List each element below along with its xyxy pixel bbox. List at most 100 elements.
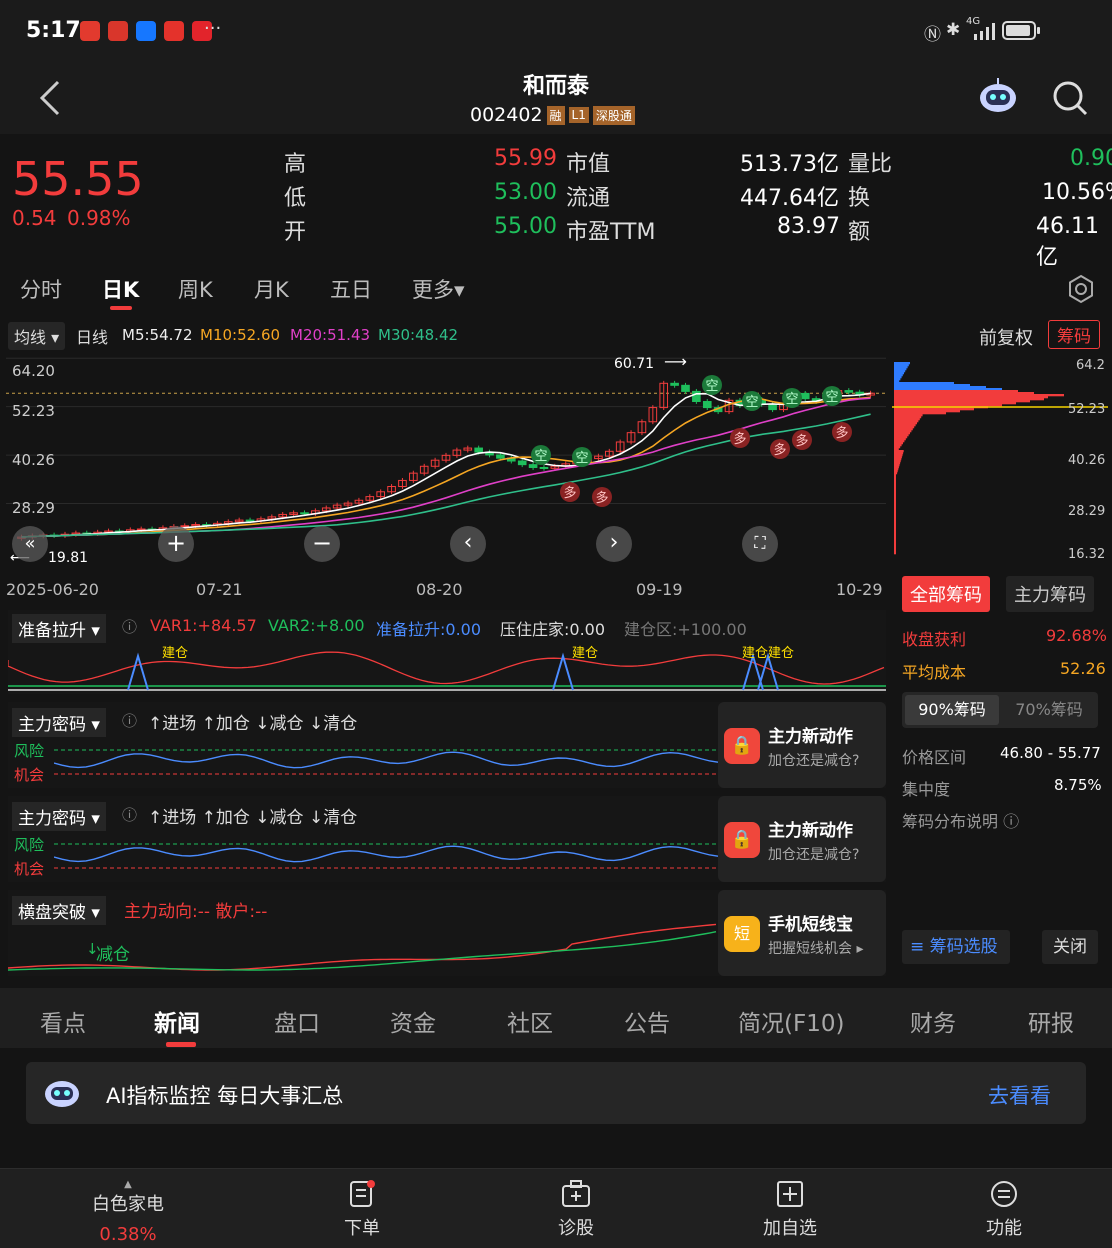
short-signal-label: 空	[705, 379, 718, 394]
indicator-name: 主力密码	[18, 715, 86, 735]
chip-bar	[894, 424, 916, 427]
candle-body	[844, 390, 854, 393]
chip-bar	[894, 492, 896, 495]
price-change-pct: 0.98%	[67, 206, 131, 230]
tab-announcements[interactable]: 公告	[624, 1004, 670, 1038]
order-button[interactable]: 下单	[302, 1179, 422, 1240]
chip-bar	[894, 470, 898, 473]
tab-intraday[interactable]: 分时	[20, 274, 62, 304]
chip-tab-all[interactable]: 全部筹码	[902, 576, 990, 612]
ma20-value: M20:51.43	[290, 326, 371, 344]
chip-bar	[894, 490, 896, 493]
indicator-panel-main-code: 主力密码 ▾ ⓘ ↑进场 ↑加仓 ↓减仓 ↓清仓 风险 机会 🔒 主力新动作 加…	[8, 702, 886, 788]
chip-bar	[894, 486, 896, 489]
chip-bar	[894, 378, 901, 381]
tab-community[interactable]: 社区	[507, 1004, 553, 1038]
indicator-selector[interactable]: 主力密码 ▾	[12, 802, 106, 831]
promo-title: 手机短线宝	[768, 915, 853, 935]
chip-select-button[interactable]: ≡ 筹码选股	[902, 930, 1010, 964]
chip-bar	[894, 362, 910, 365]
chip-bar	[894, 522, 896, 525]
tab-order-book[interactable]: 盘口	[274, 1004, 320, 1038]
tab-five-day[interactable]: 五日	[330, 274, 372, 304]
promo-short-term[interactable]: 短 手机短线宝 把握短线机会 ▸	[718, 890, 886, 976]
chip-tab-main[interactable]: 主力筹码	[1006, 576, 1094, 612]
chip-bar	[894, 374, 903, 377]
sector-info[interactable]: ▲ 白色家电 0.38%	[68, 1179, 188, 1245]
segment-70[interactable]: 70%筹码	[1002, 695, 1096, 725]
settings-icon[interactable]	[1066, 274, 1096, 304]
concentration-label: 集中度	[902, 780, 951, 799]
chip-bar	[894, 504, 896, 507]
functions-button[interactable]: 功能	[944, 1179, 1064, 1240]
high-label: 高	[284, 152, 307, 177]
zoom-in-icon[interactable]: +	[158, 526, 194, 562]
diagnose-button[interactable]: 诊股	[516, 1179, 636, 1240]
ai-banner[interactable]: AI指标监控 每日大事汇总 去看看	[26, 1062, 1086, 1124]
tab-highlights[interactable]: 看点	[40, 1004, 86, 1038]
chips-toggle[interactable]: 筹码	[1048, 320, 1100, 349]
float-value: 447.64亿	[740, 186, 839, 211]
ma-period: 日线	[76, 328, 109, 347]
tab-monthly-k[interactable]: 月K	[254, 274, 289, 304]
adjust-selector[interactable]: 前复权	[979, 324, 1033, 350]
promo-main-action[interactable]: 🔒 主力新动作 加仓还是减仓?	[718, 702, 886, 788]
ma-selector[interactable]: 均线 ▾	[8, 322, 66, 350]
chip-bar	[894, 532, 896, 535]
chip-price-label: 16.32	[1068, 547, 1106, 562]
zoom-out-icon[interactable]: −	[304, 526, 340, 562]
promo-subtitle: 加仓还是减仓?	[768, 847, 860, 863]
prep-value: 准备拉升:0.00	[376, 620, 482, 639]
help-icon[interactable]: ⓘ	[122, 710, 137, 731]
search-icon[interactable]	[1050, 78, 1090, 118]
chip-bar	[894, 460, 901, 463]
tab-news[interactable]: 新闻	[154, 1004, 200, 1038]
high-price-marker: 60.71	[614, 356, 655, 372]
help-icon[interactable]: ⓘ	[122, 804, 137, 825]
tab-funds[interactable]: 资金	[390, 1004, 436, 1038]
chip-explain-link[interactable]: 筹码分布说明 ⓘ	[902, 808, 1019, 832]
ma5-line	[21, 392, 871, 538]
order-icon	[350, 1180, 375, 1207]
tab-f10[interactable]: 简况(F10)	[738, 1004, 844, 1038]
tab-more[interactable]: 更多▾	[412, 274, 465, 304]
y-tick-label: 52.23	[12, 402, 55, 420]
chip-select-label: 筹码选股	[929, 937, 998, 957]
chip-bar	[894, 454, 903, 457]
chip-bar	[894, 430, 912, 433]
scroll-left-icon[interactable]: «	[12, 526, 48, 562]
var1-value: VAR1:+84.57	[150, 616, 257, 635]
tab-research[interactable]: 研报	[1028, 1004, 1074, 1038]
tab-weekly-k[interactable]: 周K	[178, 274, 213, 304]
chip-bar	[894, 552, 896, 555]
indicator-selector[interactable]: 主力密码 ▾	[12, 708, 106, 737]
fullscreen-icon[interactable]: ⛶	[742, 526, 778, 562]
ma30-value: M30:48.42	[378, 326, 459, 344]
chip-bar	[894, 540, 896, 543]
ai-banner-link[interactable]: 去看看	[988, 1080, 1051, 1110]
alipay-icon	[136, 21, 156, 41]
chip-bar	[894, 484, 896, 487]
profit-label: 收盘获利	[902, 630, 967, 649]
risk-label: 风险	[14, 742, 45, 760]
chip-bar	[894, 416, 922, 419]
app-notification-icon	[80, 21, 100, 41]
tab-daily-k[interactable]: 日K	[102, 274, 139, 304]
tab-financials[interactable]: 财务	[910, 1004, 956, 1038]
x-tick-label: 08-20	[416, 580, 463, 599]
chip-bar	[894, 478, 896, 481]
var2-value: VAR2:+8.00	[268, 616, 365, 635]
previous-icon[interactable]: ‹	[450, 526, 486, 562]
next-icon[interactable]: ›	[596, 526, 632, 562]
help-icon[interactable]: ⓘ	[122, 616, 137, 637]
low-price-marker: 19.81	[48, 550, 89, 566]
chip-price-label: 64.2	[1076, 358, 1105, 373]
promo-main-action[interactable]: 🔒 主力新动作 加仓还是减仓?	[718, 796, 886, 882]
close-chip-button[interactable]: 关闭	[1042, 930, 1098, 964]
ai-robot-icon[interactable]	[976, 74, 1020, 118]
segment-90[interactable]: 90%筹码	[905, 695, 999, 725]
chip-bar	[894, 382, 954, 385]
add-watchlist-button[interactable]: 加自选	[730, 1179, 850, 1240]
chip-bar	[894, 404, 1002, 407]
chip-bar	[894, 422, 917, 425]
